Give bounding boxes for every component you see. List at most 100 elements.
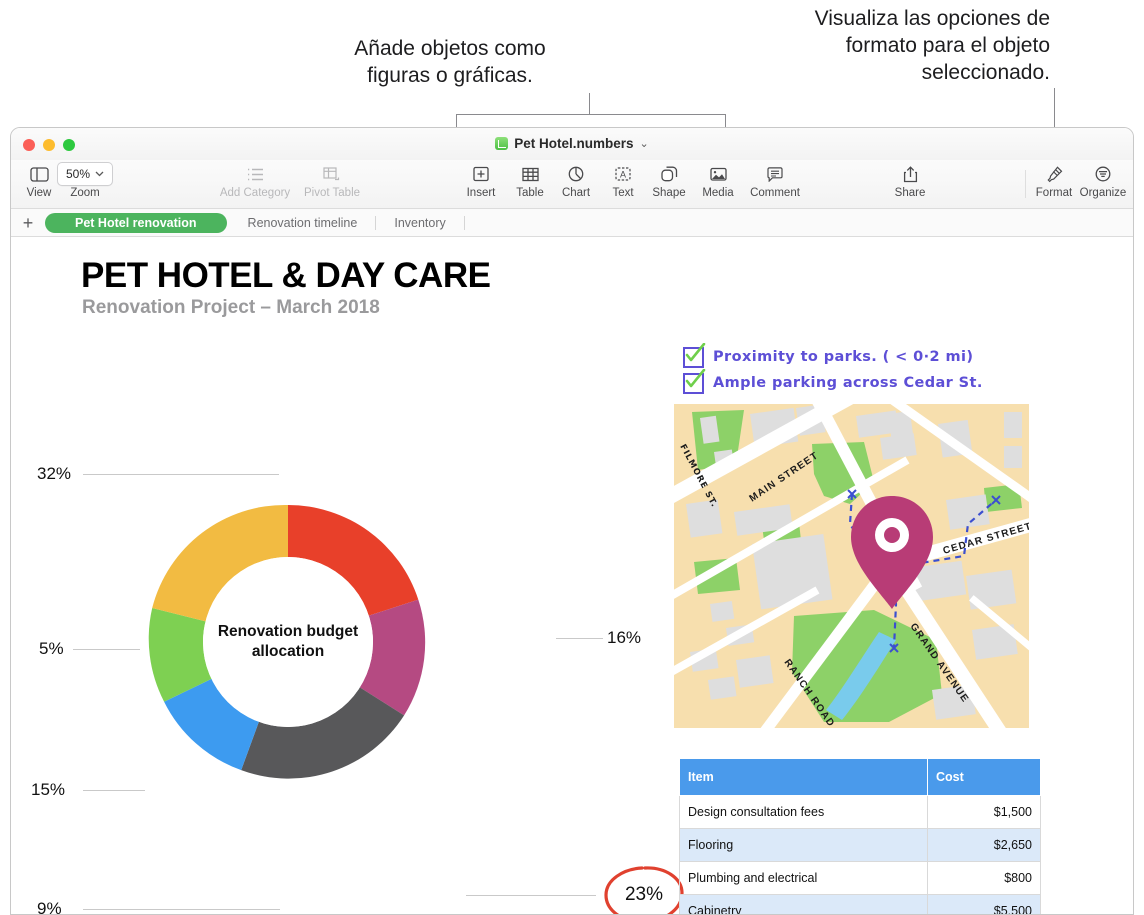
format-brush-icon — [1046, 162, 1063, 186]
toolbar-media-label: Media — [702, 187, 733, 199]
sidebar-icon — [30, 162, 49, 186]
toolbar-share-button[interactable]: Share — [875, 162, 945, 199]
toolbar-view-label: View — [27, 187, 52, 199]
checklist-text-2: Ample parking across Cedar St. — [713, 375, 983, 391]
checklist-item: Ample parking across Cedar St. — [683, 370, 983, 396]
cell-cost[interactable]: $1,500 — [928, 796, 1041, 829]
checklist-item: Proximity to parks. ( < 0·2 mi) — [683, 344, 983, 370]
donut-center-line2: allocation — [252, 642, 324, 662]
spreadsheet-canvas[interactable]: PET HOTEL & DAY CARE Renovation Project … — [11, 237, 1133, 915]
donut-center-label: Renovation budget allocation — [203, 557, 373, 727]
toolbar-zoom-label: Zoom — [70, 187, 99, 199]
toolbar-zoom-control[interactable]: 50% Zoom — [57, 162, 113, 199]
circled-23-annotation: 23% — [601, 864, 687, 915]
cell-item[interactable]: Plumbing and electrical — [680, 862, 928, 895]
numbers-file-icon — [495, 137, 508, 150]
checkbox-checked-icon — [683, 373, 704, 394]
checkbox-checked-icon — [683, 347, 704, 368]
toolbar-comment-button[interactable]: Comment — [740, 162, 810, 199]
zoom-value: 50% — [66, 167, 90, 181]
table-header-item[interactable]: Item — [680, 759, 928, 796]
cell-cost[interactable]: $5,500 — [928, 895, 1041, 915]
checklist-text-1: Proximity to parks. ( < 0·2 mi) — [713, 349, 973, 365]
svg-text:A: A — [620, 169, 626, 179]
callout-insert-objects: Añade objetos como figuras o gráficas. — [300, 35, 600, 89]
page-subtitle: Renovation Project – March 2018 — [82, 297, 380, 319]
sheet-tab-bar: + Pet Hotel renovation Renovation timeli… — [11, 209, 1133, 237]
leader-line-32 — [83, 474, 279, 475]
organize-icon — [1095, 162, 1111, 186]
circled-23-value: 23% — [601, 864, 687, 915]
zoom-pill-wrap[interactable]: 50% — [57, 162, 113, 186]
sheet-tab-inventory[interactable]: Inventory — [378, 213, 461, 233]
media-icon — [710, 162, 727, 186]
toolbar-organize-label: Organize — [1080, 187, 1127, 199]
chevron-down-icon — [95, 171, 104, 177]
pivot-table-icon — [323, 162, 341, 186]
cell-cost[interactable]: $2,650 — [928, 829, 1041, 862]
pct-label-15: 15% — [31, 780, 65, 800]
leader-line-9 — [83, 909, 280, 910]
toolbar-format-label: Format — [1036, 187, 1072, 199]
sheet-tab-divider — [464, 216, 465, 230]
table-row[interactable]: Plumbing and electrical $800 — [680, 862, 1041, 895]
cell-item[interactable]: Cabinetry — [680, 895, 928, 915]
leader-line-5 — [73, 649, 140, 650]
cell-item[interactable]: Design consultation fees — [680, 796, 928, 829]
table-row[interactable]: Design consultation fees $1,500 — [680, 796, 1041, 829]
chevron-down-icon[interactable]: ⌄ — [640, 137, 649, 150]
list-icon — [247, 162, 264, 186]
pct-label-16: 16% — [607, 628, 641, 648]
add-sheet-button[interactable]: + — [11, 214, 45, 232]
toolbar-comment-label: Comment — [750, 187, 800, 199]
zoom-select[interactable]: 50% — [57, 162, 113, 186]
leader-line-16 — [556, 638, 603, 639]
chart-icon — [568, 162, 584, 186]
donut-chart[interactable]: Renovation budget allocation — [123, 477, 453, 807]
document-title-group[interactable]: Pet Hotel.numbers ⌄ — [11, 136, 1133, 151]
map-image[interactable]: FILMORE ST. MAIN STREET CEDAR STREET RAN… — [674, 404, 1029, 728]
sheet-tab-divider — [375, 216, 376, 230]
sheet-tab-pet-hotel-renovation[interactable]: Pet Hotel renovation — [45, 213, 227, 233]
cost-table[interactable]: Item Cost Design consultation fees $1,50… — [679, 758, 1041, 915]
toolbar-pivot-table-button[interactable]: Pivot Table — [297, 162, 367, 199]
document-title: Pet Hotel.numbers — [514, 136, 633, 151]
toolbar-pivot-table-label: Pivot Table — [304, 187, 360, 199]
pct-label-9: 9% — [37, 899, 62, 915]
table-row[interactable]: Flooring $2,650 — [680, 829, 1041, 862]
numbers-app-window: Pet Hotel.numbers ⌄ View 50% Zoom — [10, 127, 1134, 915]
pct-label-32: 32% — [37, 464, 71, 484]
insert-icon — [473, 162, 489, 186]
shape-icon — [661, 162, 678, 186]
table-header-cost[interactable]: Cost — [928, 759, 1041, 796]
table-icon — [522, 162, 539, 186]
toolbar-shape-label: Shape — [652, 187, 685, 199]
toolbar-insert-label: Insert — [467, 187, 496, 199]
handwritten-checklist: Proximity to parks. ( < 0·2 mi) Ample pa… — [683, 344, 983, 396]
toolbar-table-label: Table — [516, 187, 544, 199]
text-icon: A — [615, 162, 631, 186]
table-header-row: Item Cost — [680, 759, 1041, 796]
map-svg: FILMORE ST. MAIN STREET CEDAR STREET RAN… — [674, 404, 1029, 728]
toolbar-add-category-button[interactable]: Add Category — [220, 162, 290, 199]
callout-left-leader-line — [589, 93, 590, 115]
toolbar-share-label: Share — [895, 187, 926, 199]
toolbar-text-label: Text — [612, 187, 633, 199]
toolbar-chart-label: Chart — [562, 187, 590, 199]
donut-center-line1: Renovation budget — [218, 622, 358, 642]
toolbar-add-category-label: Add Category — [220, 187, 290, 199]
window-titlebar: Pet Hotel.numbers ⌄ — [11, 128, 1133, 160]
leader-line-23 — [466, 895, 596, 896]
main-toolbar: View 50% Zoom Add Category Pivot Table — [11, 160, 1133, 209]
cell-item[interactable]: Flooring — [680, 829, 928, 862]
cell-cost[interactable]: $800 — [928, 862, 1041, 895]
comment-icon — [767, 162, 783, 186]
pct-label-5: 5% — [39, 639, 64, 659]
table-row[interactable]: Cabinetry $5,500 — [680, 895, 1041, 915]
share-icon — [903, 162, 918, 186]
toolbar-organize-button[interactable]: Organize — [1068, 162, 1134, 199]
sheet-tab-renovation-timeline[interactable]: Renovation timeline — [232, 213, 374, 233]
callout-format-options: Visualiza las opciones de formato para e… — [700, 5, 1050, 86]
page-title: PET HOTEL & DAY CARE — [81, 256, 490, 296]
leader-line-15 — [83, 790, 145, 791]
